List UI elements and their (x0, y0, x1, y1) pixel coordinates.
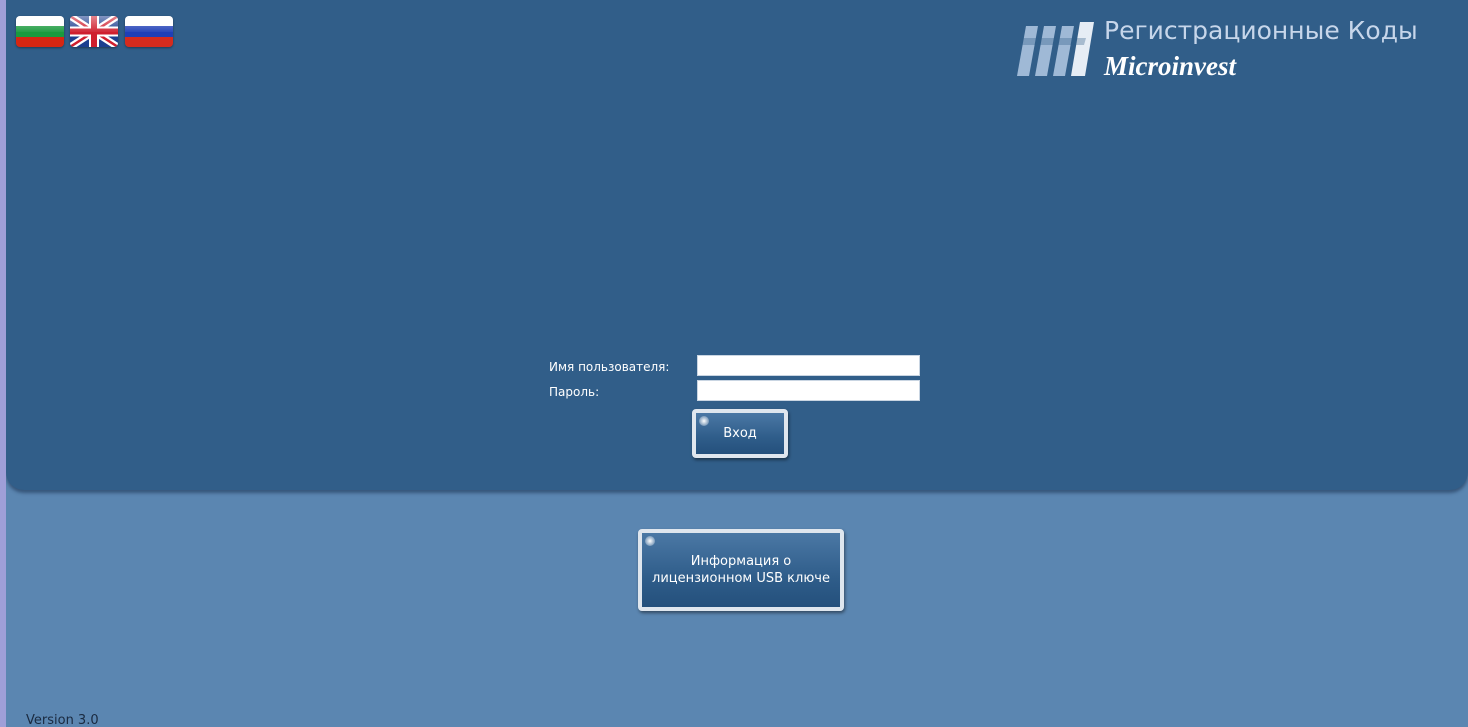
login-button[interactable]: Вход (692, 409, 788, 458)
app-window: Регистрационные Коды Microinvest Имя пол… (6, 0, 1468, 727)
usb-key-info-label-line1: Информация о (690, 554, 792, 569)
brand-name: Microinvest (1104, 51, 1236, 81)
russian-flag-icon[interactable] (125, 16, 173, 47)
password-label: Пароль: (549, 385, 600, 399)
password-input[interactable] (697, 380, 920, 401)
version-label: Version 3.0 (26, 713, 99, 727)
usb-key-info-label: Информация о лицензионном USB ключе (652, 553, 830, 587)
login-button-label: Вход (723, 426, 757, 441)
microinvest-logo-icon (1017, 22, 1094, 76)
usb-key-info-button[interactable]: Информация о лицензионном USB ключе (638, 529, 844, 611)
username-label: Имя пользователя: (549, 360, 670, 374)
username-input[interactable] (697, 355, 920, 376)
button-gloss-icon (645, 536, 655, 546)
microinvest-logo: Регистрационные Коды Microinvest (1014, 14, 1454, 84)
header-login-panel: Регистрационные Коды Microinvest Имя пол… (6, 0, 1468, 490)
uk-flag-icon[interactable] (70, 16, 118, 47)
bulgarian-flag-icon[interactable] (16, 16, 64, 47)
usb-key-info-label-line2: лицензионном USB ключе (652, 571, 830, 586)
button-gloss-icon (699, 416, 709, 426)
app-title: Регистрационные Коды (1104, 16, 1418, 45)
